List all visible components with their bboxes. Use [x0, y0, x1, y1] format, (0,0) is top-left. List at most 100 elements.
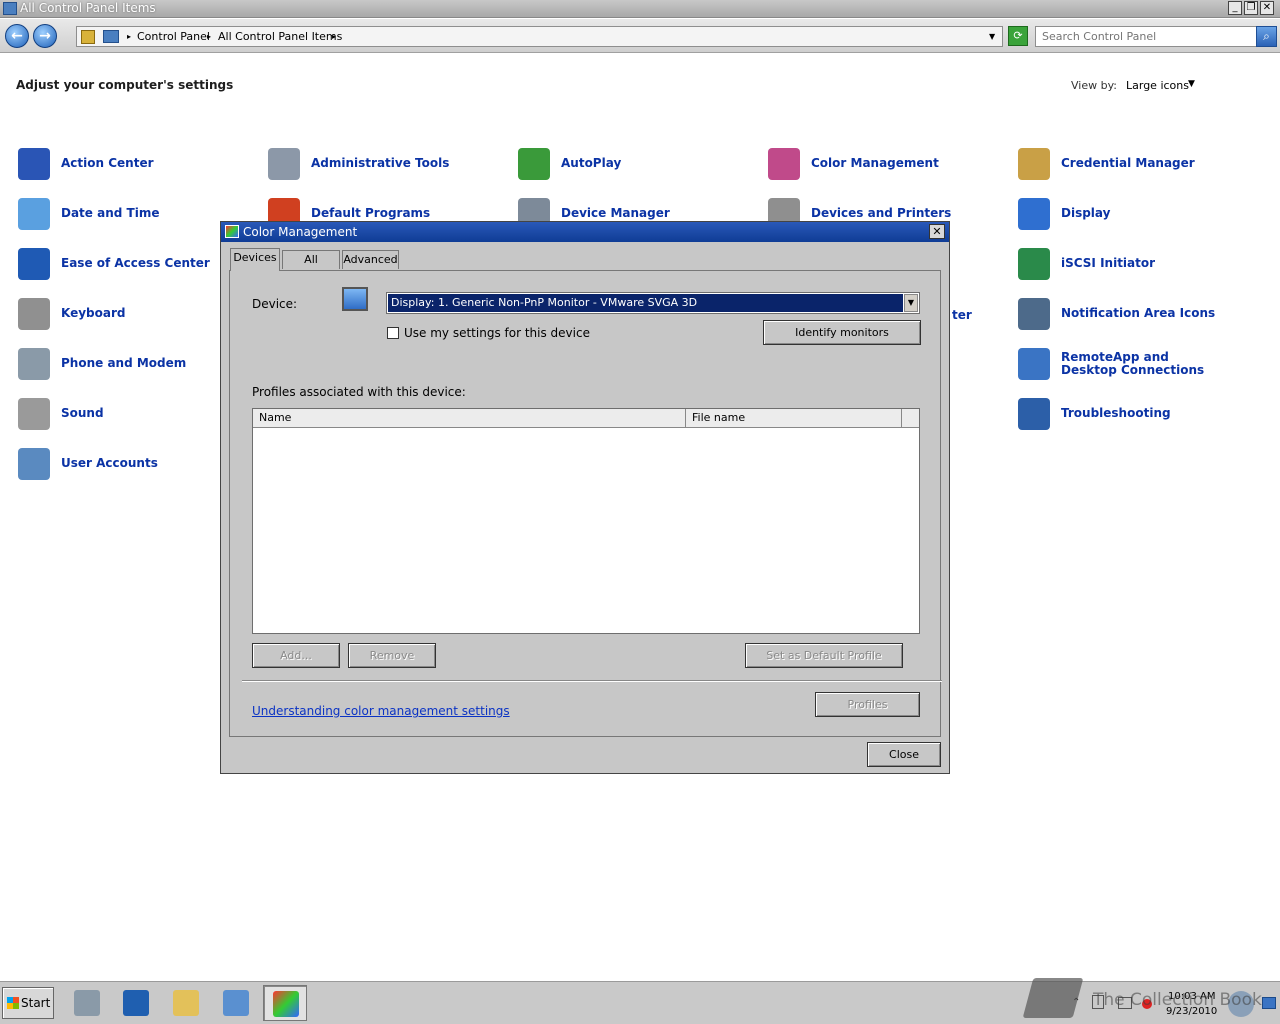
powershell-icon	[123, 990, 149, 1016]
control-panel-item-label[interactable]: Date and Time	[61, 207, 159, 220]
view-by-dropdown[interactable]: Large icons	[1126, 79, 1189, 92]
server-manager-icon	[74, 990, 100, 1016]
identify-monitors-button[interactable]: Identify monitors	[763, 320, 921, 345]
taskbar-explorer[interactable]	[164, 985, 208, 1021]
control-panel-item-label[interactable]: Sound	[61, 407, 104, 420]
profiles-button[interactable]: Profiles	[815, 692, 920, 717]
watermark-text: The Collection Book	[1093, 990, 1262, 1010]
partial-item-label[interactable]: ter	[952, 308, 972, 322]
view-by-label: View by:	[1071, 79, 1117, 92]
dialog-close-icon[interactable]: ✕	[929, 224, 945, 239]
gears-icon[interactable]	[268, 148, 300, 180]
profiles-label: Profiles associated with this device:	[252, 385, 466, 399]
forward-button[interactable]: →	[33, 24, 57, 48]
folder-icon	[173, 990, 199, 1016]
control-panel-icon	[3, 2, 17, 15]
back-button[interactable]: ←	[5, 24, 29, 48]
control-panel-item-label[interactable]: Device Manager	[561, 207, 670, 220]
taskbar-server-manager[interactable]	[65, 985, 109, 1021]
speaker-icon[interactable]	[18, 398, 50, 430]
search-input[interactable]	[1035, 26, 1257, 47]
remove-profile-button[interactable]: Remove	[348, 643, 436, 668]
control-panel-item-label[interactable]: RemoteApp and Desktop Connections	[1061, 351, 1221, 377]
control-panel-item-label[interactable]: Display	[1061, 207, 1110, 220]
close-window-button[interactable]: ✕	[1260, 1, 1274, 15]
color-monitor-icon[interactable]	[768, 148, 800, 180]
taskbar: Start ⌃ 10:03 AM 9/23/2010 The Collectio…	[0, 981, 1280, 1024]
refresh-button[interactable]: ⟳	[1008, 26, 1028, 46]
use-settings-label[interactable]: Use my settings for this device	[404, 326, 590, 340]
control-panel-item[interactable]: Notification Area Icons	[1018, 298, 1258, 334]
notification-area-icon[interactable]	[1018, 298, 1050, 330]
control-panel-item-label[interactable]: Phone and Modem	[61, 357, 186, 370]
control-panel-item-label[interactable]: Credential Manager	[1061, 157, 1195, 170]
history-dropdown-icon[interactable]: ▼	[989, 32, 995, 41]
autoplay-icon[interactable]	[518, 148, 550, 180]
control-panel-item-label[interactable]: Keyboard	[61, 307, 126, 320]
control-panel-item-label[interactable]: User Accounts	[61, 457, 158, 470]
column-name[interactable]: Name	[253, 409, 686, 428]
chevron-down-icon[interactable]: ▼	[1188, 79, 1195, 89]
control-panel-item-label[interactable]: Ease of Access Center	[61, 257, 210, 270]
control-panel-item-label[interactable]: AutoPlay	[561, 157, 621, 170]
taskbar-color-management[interactable]	[263, 985, 307, 1021]
set-default-profile-button[interactable]: Set as Default Profile	[745, 643, 903, 668]
control-panel-item-label[interactable]: Action Center	[61, 157, 154, 170]
display-icon[interactable]	[1018, 198, 1050, 230]
control-panel-item-label[interactable]: Troubleshooting	[1061, 407, 1171, 420]
control-panel-item[interactable]: Troubleshooting	[1018, 398, 1258, 434]
phone-icon[interactable]	[18, 348, 50, 380]
color-management-dialog: Color Management ✕ Devices All Profiles …	[220, 221, 950, 774]
tab-advanced[interactable]: Advanced	[342, 250, 399, 269]
globe-icon[interactable]	[1018, 248, 1050, 280]
calendar-clock-icon[interactable]	[18, 198, 50, 230]
keyboard-icon[interactable]	[18, 298, 50, 330]
control-panel-item-label[interactable]: Default Programs	[311, 207, 430, 220]
control-panel-item[interactable]: Credential Manager	[1018, 148, 1258, 184]
tab-devices[interactable]: Devices	[230, 248, 280, 271]
breadcrumb-control-panel[interactable]: Control Panel	[137, 30, 210, 43]
control-panel-item[interactable]: AutoPlay	[518, 148, 758, 184]
use-settings-checkbox[interactable]	[387, 327, 399, 339]
address-toolbar: ← → ▸ Control Panel ▸ All Control Panel …	[0, 19, 1280, 53]
address-bar[interactable]: ▸ Control Panel ▸ All Control Panel Item…	[76, 26, 1003, 47]
users-icon[interactable]	[18, 448, 50, 480]
chevron-down-icon[interactable]: ▼	[904, 294, 918, 312]
taskbar-control-panel[interactable]	[214, 985, 258, 1021]
control-panel-item[interactable]: Administrative Tools	[268, 148, 508, 184]
breadcrumb-all-items[interactable]: All Control Panel Items	[218, 30, 342, 43]
search-icon[interactable]: ⌕	[1256, 26, 1277, 47]
show-desktop-icon[interactable]	[1262, 997, 1276, 1009]
control-panel-item-label[interactable]: Administrative Tools	[311, 157, 449, 170]
breadcrumb-arrow-icon[interactable]: ▸	[207, 32, 211, 41]
flag-icon[interactable]	[18, 148, 50, 180]
troubleshooting-icon[interactable]	[1018, 398, 1050, 430]
tab-all-profiles[interactable]: All Profiles	[282, 250, 340, 284]
control-panel-item[interactable]: Action Center	[18, 148, 258, 184]
minimize-button[interactable]: _	[1228, 1, 1242, 15]
restore-button[interactable]: ❐	[1244, 1, 1258, 15]
profiles-list[interactable]: Name File name	[252, 408, 920, 634]
device-dropdown[interactable]: Display: 1. Generic Non-PnP Monitor - VM…	[386, 292, 920, 314]
remote-desktop-icon[interactable]	[1018, 348, 1050, 380]
add-profile-button[interactable]: Add...	[252, 643, 340, 668]
folder-up-icon[interactable]	[81, 30, 95, 44]
taskbar-powershell[interactable]	[114, 985, 158, 1021]
help-link[interactable]: Understanding color management settings	[252, 704, 510, 718]
control-panel-item[interactable]: RemoteApp and Desktop Connections	[1018, 348, 1258, 384]
control-panel-item[interactable]: Color Management	[768, 148, 1008, 184]
control-panel-item-label[interactable]: Notification Area Icons	[1061, 307, 1215, 320]
control-panel-item[interactable]: iSCSI Initiator	[1018, 248, 1258, 284]
window-title: All Control Panel Items	[20, 1, 156, 15]
breadcrumb-arrow-icon[interactable]: ▸	[332, 32, 336, 41]
column-file-name[interactable]: File name	[686, 409, 902, 428]
ease-of-access-icon[interactable]	[18, 248, 50, 280]
control-panel-item-label[interactable]: Color Management	[811, 157, 939, 170]
control-panel-item-label[interactable]: Devices and Printers	[811, 207, 951, 220]
close-button[interactable]: Close	[867, 742, 941, 767]
breadcrumb-arrow-icon[interactable]: ▸	[127, 32, 131, 41]
vault-icon[interactable]	[1018, 148, 1050, 180]
control-panel-item[interactable]: Display	[1018, 198, 1258, 234]
start-button[interactable]: Start	[2, 987, 54, 1019]
control-panel-item-label[interactable]: iSCSI Initiator	[1061, 257, 1155, 270]
